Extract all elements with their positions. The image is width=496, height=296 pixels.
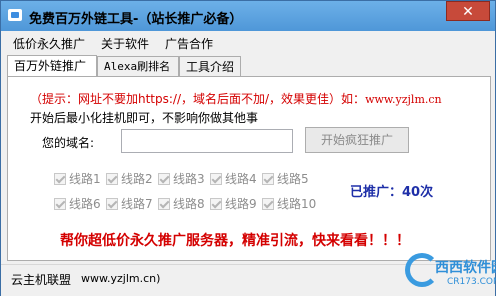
route-checkbox[interactable]: 线路1 <box>54 170 101 186</box>
promo-banner[interactable]: 帮你超低价永久推广服务器，精准引流，快来看看！！！ <box>60 230 410 250</box>
tip-example-url: www.yzjlm.cn <box>365 93 442 106</box>
route-checkbox[interactable]: 线路4 <box>210 170 257 186</box>
route-checkbox[interactable]: 线路8 <box>158 195 205 211</box>
status-site-name: 云主机联盟 <box>11 273 72 287</box>
checkbox-icon[interactable] <box>158 173 170 185</box>
route-checkbox[interactable]: 线路5 <box>262 170 309 186</box>
start-promotion-button[interactable]: 开始疯狂推广 <box>305 127 409 153</box>
route-checkbox[interactable]: 线路9 <box>210 195 257 211</box>
tip-prefix: （提示：网址不要加https://，域名后面不加/，效果更佳）如： <box>30 92 366 106</box>
checkbox-icon[interactable] <box>54 198 66 210</box>
checkbox-icon[interactable] <box>210 173 222 185</box>
tip-text: （提示：网址不要加https://，域名后面不加/，效果更佳）如：www.yzj… <box>30 90 442 107</box>
sub-tip: 开始后最小化挂机即可，不影响你做其他事 <box>30 111 259 125</box>
menu-item-ads[interactable]: 广告合作 <box>165 35 213 52</box>
app-window: 免费百万外链工具-（站长推广必备） ✕ 低价永久推广 关于软件 广告合作 百万外… <box>0 0 496 296</box>
title-bar: 免费百万外链工具-（站长推广必备） ✕ <box>1 1 495 31</box>
tab-alexa[interactable]: Alexa刷排名 <box>97 56 179 76</box>
app-icon <box>8 9 22 21</box>
checkbox-icon[interactable] <box>262 198 274 210</box>
status-url: www.yzjlm.cn) <box>81 272 161 285</box>
route-checkbox[interactable]: 线路10 <box>262 195 316 211</box>
watermark-sub: CR173.COM <box>447 277 496 287</box>
checkbox-icon[interactable] <box>262 173 274 185</box>
domain-input[interactable] <box>121 129 293 153</box>
watermark-text: 西西软件园 <box>435 260 496 276</box>
backlink-panel: （提示：网址不要加https://，域名后面不加/，效果更佳）如：www.yzj… <box>7 76 491 261</box>
promoted-count: 已推广：40次 <box>350 185 434 200</box>
checkbox-icon[interactable] <box>158 198 170 210</box>
checkbox-icon[interactable] <box>106 198 118 210</box>
checkbox-icon[interactable] <box>106 173 118 185</box>
menu-item-about[interactable]: 关于软件 <box>101 35 149 52</box>
watermark-logo: 西西软件园 CR173.COM <box>405 251 496 295</box>
watermark-c-icon <box>405 253 439 287</box>
domain-label: 您的域名: <box>42 136 95 150</box>
menu-bar: 低价永久推广 关于软件 广告合作 <box>1 31 495 53</box>
window-title: 免费百万外链工具-（站长推广必备） <box>29 12 243 27</box>
tab-backlinks[interactable]: 百万外链推广 <box>7 55 97 77</box>
route-checkbox[interactable]: 线路3 <box>158 170 205 186</box>
checkbox-icon[interactable] <box>54 173 66 185</box>
route-checkbox[interactable]: 线路6 <box>54 195 101 211</box>
route-checkbox[interactable]: 线路7 <box>106 195 153 211</box>
close-button[interactable]: ✕ <box>446 1 490 21</box>
menu-item-low-price[interactable]: 低价永久推广 <box>13 35 85 52</box>
checkbox-icon[interactable] <box>210 198 222 210</box>
route-checkbox[interactable]: 线路2 <box>106 170 153 186</box>
tab-intro[interactable]: 工具介绍 <box>179 56 241 76</box>
